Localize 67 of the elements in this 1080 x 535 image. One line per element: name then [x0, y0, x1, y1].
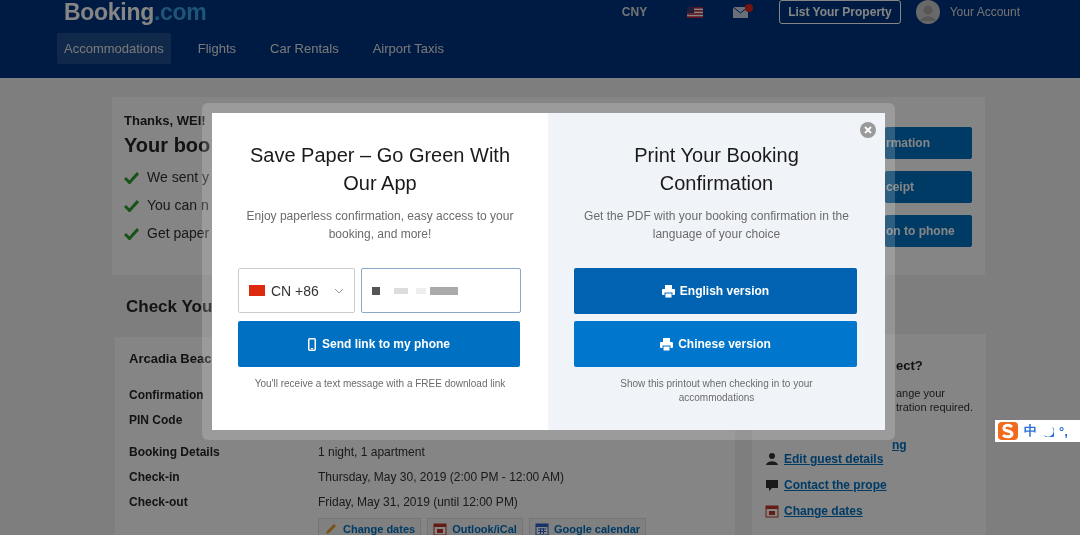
- action-button[interactable]: ceipt: [885, 171, 972, 203]
- detail-label: Booking Details: [129, 445, 220, 459]
- detail-value: Friday, May 31, 2019 (until 12:00 PM): [318, 495, 518, 509]
- nav-tab[interactable]: Airport Taxis: [365, 33, 451, 64]
- booking-title: Your boo: [124, 134, 211, 157]
- calendar-action-button[interactable]: Google calendar: [528, 518, 647, 535]
- checklist-text: We sent y: [147, 169, 209, 185]
- nav-tab[interactable]: Car Rentals: [263, 33, 346, 64]
- moon-icon: [1042, 425, 1054, 437]
- print-title: Print Your Booking Confirmation: [633, 143, 800, 196]
- detail-label: Check-out: [129, 495, 188, 509]
- list-property-button[interactable]: List Your Property: [779, 0, 901, 24]
- person-icon: [765, 452, 779, 466]
- checkmark-icon: [124, 226, 139, 240]
- logo[interactable]: Booking.com: [64, 0, 207, 26]
- side-title: ect?: [896, 358, 924, 373]
- calendar-icon: [765, 504, 779, 518]
- close-icon: [864, 126, 872, 134]
- calendar-action-button[interactable]: Change dates: [318, 518, 422, 535]
- detail-value: Thursday, May 30, 2019 (2:00 PM - 12:00 AM): [318, 470, 564, 484]
- flag-icon: [249, 285, 265, 296]
- detail-label: Confirmation: [129, 388, 204, 402]
- flag-icon[interactable]: [687, 6, 704, 18]
- pencil-icon: [324, 522, 338, 535]
- side-text: tration required.: [896, 400, 975, 414]
- detail-label: PIN Code: [129, 413, 183, 427]
- avatar-icon[interactable]: [915, 0, 940, 24]
- nav-tab[interactable]: Flights: [190, 33, 243, 64]
- chevron-down-icon: [334, 287, 344, 294]
- detail-label: Check-in: [129, 470, 180, 484]
- action-button[interactable]: on to phone: [885, 215, 972, 247]
- mail-icon[interactable]: [733, 4, 754, 20]
- print-description: Get the PDF with your booking confirmation in the language of your choice: [583, 208, 850, 243]
- sms-note: You'll receive a text message with a FREE download link: [253, 377, 507, 391]
- side-link[interactable]: Change dates: [784, 504, 863, 518]
- currency-selector[interactable]: CNY: [621, 5, 648, 19]
- calendar-icon: [534, 522, 549, 535]
- phone-input-field[interactable]: [361, 268, 521, 313]
- calendar-action-button[interactable]: Outlook/iCal: [427, 518, 523, 535]
- print-button[interactable]: Chinese version: [574, 321, 857, 367]
- country-code-select[interactable]: CN +86: [238, 268, 355, 313]
- printout-note: Show this printout when checking in to your accommodations: [619, 377, 814, 405]
- checklist-text: Get paper: [147, 225, 210, 241]
- send-link-button[interactable]: Send link to my phone: [238, 321, 520, 367]
- side-link[interactable]: ng: [892, 438, 907, 452]
- section-heading: Check You: [126, 297, 213, 317]
- punctuation-text[interactable]: °,: [1059, 423, 1068, 439]
- print-button[interactable]: English version: [574, 268, 857, 314]
- checklist-text: You can n: [147, 197, 209, 213]
- input-mode-text[interactable]: 中: [1024, 422, 1037, 440]
- side-text: ange your: [896, 386, 946, 400]
- account-link[interactable]: Your Account: [949, 5, 1020, 19]
- side-link[interactable]: Contact the prope: [784, 478, 887, 492]
- phone-icon: [308, 337, 316, 351]
- side-link[interactable]: Edit guest details: [784, 452, 884, 466]
- app-title: Save Paper – Go Green With Our App: [248, 143, 512, 196]
- checkmark-icon: [124, 198, 139, 212]
- action-button[interactable]: rmation: [885, 127, 972, 159]
- calendar-icon: [433, 522, 448, 535]
- speech-bubble-icon: [765, 478, 779, 492]
- printer-icon: [661, 284, 675, 298]
- app-description: Enjoy paperless confirmation, easy access to your booking, and more!: [245, 208, 515, 243]
- property-name: Arcadia Beac: [129, 351, 212, 366]
- checkmark-icon: [124, 170, 139, 184]
- greeting-text: Thanks, WEI!: [124, 113, 207, 128]
- printer-icon: [660, 337, 674, 351]
- detail-value: 1 night, 1 apartment: [318, 445, 425, 459]
